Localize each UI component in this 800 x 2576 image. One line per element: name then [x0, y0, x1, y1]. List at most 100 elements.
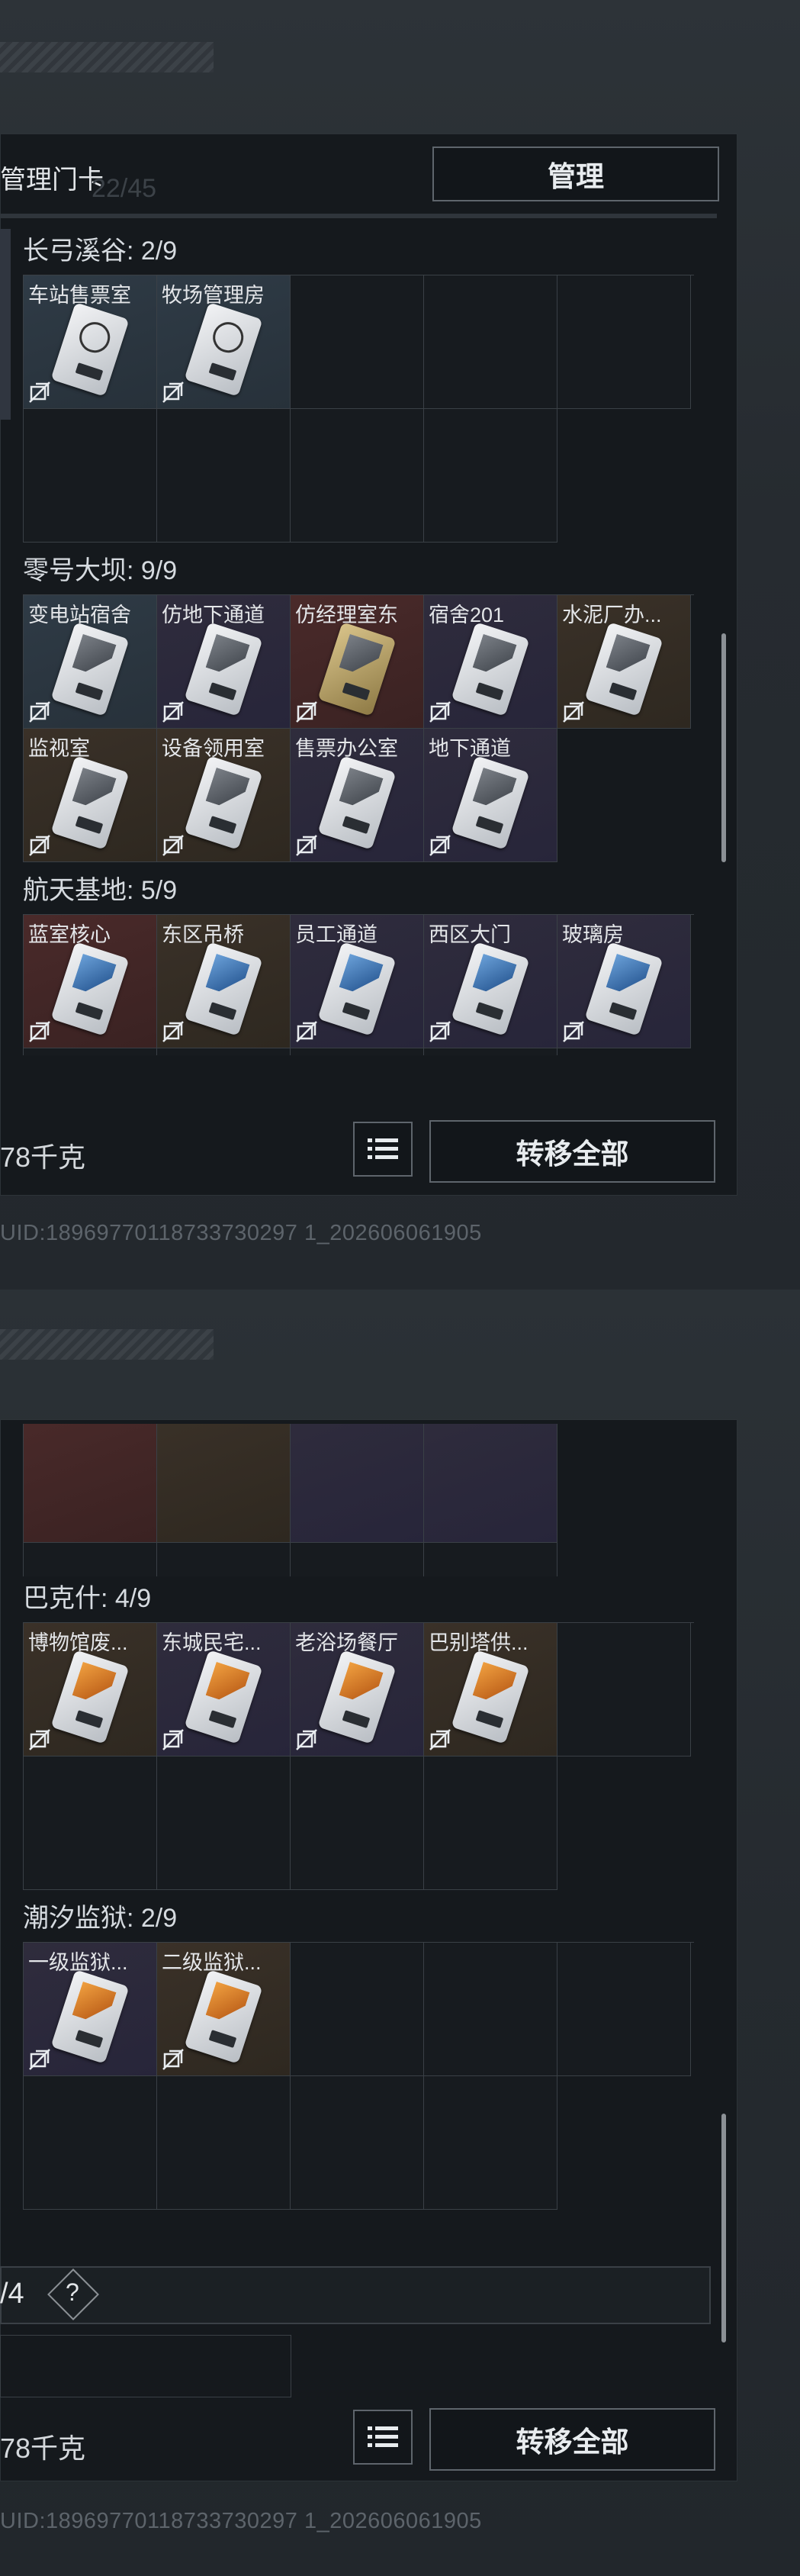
item-grid: 一级监狱... 二级监狱... — [23, 1942, 694, 2210]
keycard-slot[interactable]: 仿经理室东 — [291, 595, 424, 729]
grid-slot[interactable] — [24, 1543, 157, 1576]
keycard-slot[interactable]: 车站售票室 — [24, 275, 157, 409]
grid-slot[interactable] — [157, 1543, 291, 1576]
keycard-slot[interactable]: 一级监狱... — [24, 1943, 157, 2076]
empty-slot[interactable] — [24, 1757, 157, 1890]
keycard-icon — [451, 622, 530, 716]
keycard-slot[interactable]: 宿舍201 — [424, 595, 557, 729]
empty-slot[interactable] — [424, 409, 557, 543]
keycard-stamp — [475, 816, 504, 835]
empty-slot[interactable] — [424, 275, 557, 409]
list-view-button[interactable] — [353, 1122, 413, 1177]
keycard-emblem — [473, 1662, 517, 1706]
empty-slot[interactable] — [557, 1623, 691, 1757]
keycard-slot[interactable]: 二级监狱... — [157, 1943, 291, 2076]
grid-filler — [557, 1757, 691, 1890]
keycard-slot[interactable]: 水泥厂办... — [557, 595, 691, 729]
grid-slot[interactable] — [291, 1424, 424, 1543]
keycard-emblem — [76, 317, 114, 357]
keycard-slot[interactable]: 东区吊桥 — [157, 915, 291, 1048]
keycard-slot[interactable]: 东城民宅... — [157, 1623, 291, 1757]
keycard-emblem — [339, 768, 384, 812]
empty-slot[interactable] — [157, 1048, 291, 1055]
empty-slot[interactable] — [557, 275, 691, 409]
help-icon[interactable]: ? — [66, 2278, 79, 2307]
keycard-slot[interactable]: 蓝室核心 — [24, 915, 157, 1048]
keycard-label: 仿地下通道 — [162, 604, 265, 626]
empty-slot[interactable] — [24, 409, 157, 543]
keycard-emblem — [473, 768, 517, 812]
transfer-all-button-bottom[interactable]: 转移全部 — [429, 2408, 715, 2471]
empty-slot[interactable] — [24, 2076, 157, 2210]
keycard-slot[interactable]: 员工通道 — [291, 915, 424, 1048]
transfer-all-button[interactable]: 转移全部 — [429, 1120, 715, 1183]
empty-slot[interactable] — [424, 1757, 557, 1890]
item-grid: 博物馆废... 东城民宅... 老浴场餐厅 巴别塔供... — [23, 1622, 694, 1890]
keycard-label: 员工通道 — [295, 923, 378, 946]
grid-slot[interactable] — [424, 1543, 557, 1576]
keycard-icon — [50, 1969, 130, 2064]
top-scrollbar[interactable] — [721, 633, 726, 862]
keycard-label: 设备领用室 — [162, 737, 265, 760]
header-divider — [0, 214, 717, 218]
keycard-slot[interactable]: 西区大门 — [424, 915, 557, 1048]
keycard-slot[interactable]: 变电站宿舍 — [24, 595, 157, 729]
keycard-label: 变电站宿舍 — [28, 604, 131, 626]
empty-slot[interactable] — [424, 2076, 557, 2210]
keycard-slot[interactable]: 老浴场餐厅 — [291, 1623, 424, 1757]
next-section-header[interactable] — [0, 2266, 711, 2324]
keycard-label: 地下通道 — [429, 737, 511, 760]
empty-slot[interactable] — [157, 2076, 291, 2210]
grid-slot[interactable] — [24, 1424, 157, 1543]
keycard-icon — [184, 942, 263, 1036]
empty-slot[interactable] — [424, 1048, 557, 1055]
bottom-scrollbar[interactable] — [721, 2114, 726, 2343]
no-trade-icon — [563, 1021, 584, 1042]
empty-slot[interactable] — [557, 1943, 691, 2076]
empty-slot[interactable] — [291, 1757, 424, 1890]
keycard-slot[interactable]: 牧场管理房 — [157, 275, 291, 409]
bottom-previous-grid-tail — [23, 1424, 694, 1576]
keycard-icon — [184, 1969, 263, 2064]
keycard-slot[interactable]: 设备领用室 — [157, 729, 291, 862]
empty-slot[interactable] — [424, 1943, 557, 2076]
list-view-button-bottom[interactable] — [353, 2410, 413, 2465]
keycard-icon — [451, 755, 530, 850]
empty-slot[interactable] — [291, 275, 424, 409]
next-counter: /4 — [0, 2278, 24, 2310]
manage-button[interactable]: 管理 — [432, 147, 719, 201]
empty-slot[interactable] — [291, 1943, 424, 2076]
keycard-emblem — [72, 954, 117, 998]
keycard-stamp — [475, 1002, 504, 1021]
empty-slot[interactable] — [291, 2076, 424, 2210]
empty-slot[interactable] — [157, 1757, 291, 1890]
keycard-slot[interactable]: 监视室 — [24, 729, 157, 862]
keycard-icon — [317, 622, 397, 716]
bottom-section-list: 巴克什: 4/9 博物馆废... 东城民宅... 老浴场餐厅 巴别塔供... 潮汐监狱: … — [23, 1575, 694, 2231]
empty-slot[interactable] — [291, 409, 424, 543]
keycard-label: 东区吊桥 — [162, 923, 244, 946]
keycard-slot[interactable]: 巴别塔供... — [424, 1623, 557, 1757]
grid-slot[interactable] — [291, 1543, 424, 1576]
keycard-slot[interactable]: 售票办公室 — [291, 729, 424, 862]
empty-slot[interactable] — [291, 1048, 424, 1055]
keycard-label: 水泥厂办... — [562, 604, 662, 626]
keycard-stamp — [75, 2030, 104, 2049]
keycard-label: 东城民宅... — [162, 1631, 262, 1654]
keycard-slot[interactable]: 博物馆废... — [24, 1623, 157, 1757]
keycard-slot[interactable]: 仿地下通道 — [157, 595, 291, 729]
keycard-emblem — [72, 634, 117, 678]
keycard-label: 监视室 — [28, 737, 90, 760]
no-trade-icon — [162, 1729, 184, 1750]
keycard-icon — [317, 755, 397, 850]
keycard-slot[interactable]: 玻璃房 — [557, 915, 691, 1048]
keycard-label: 售票办公室 — [295, 737, 398, 760]
grid-slot[interactable] — [157, 1424, 291, 1543]
keycard-stamp — [609, 682, 638, 701]
grid-slot[interactable] — [424, 1424, 557, 1543]
keycard-slot[interactable]: 地下通道 — [424, 729, 557, 862]
keycard-icon — [451, 1650, 530, 1744]
empty-slot[interactable] — [157, 409, 291, 543]
empty-slot[interactable] — [24, 1048, 157, 1055]
